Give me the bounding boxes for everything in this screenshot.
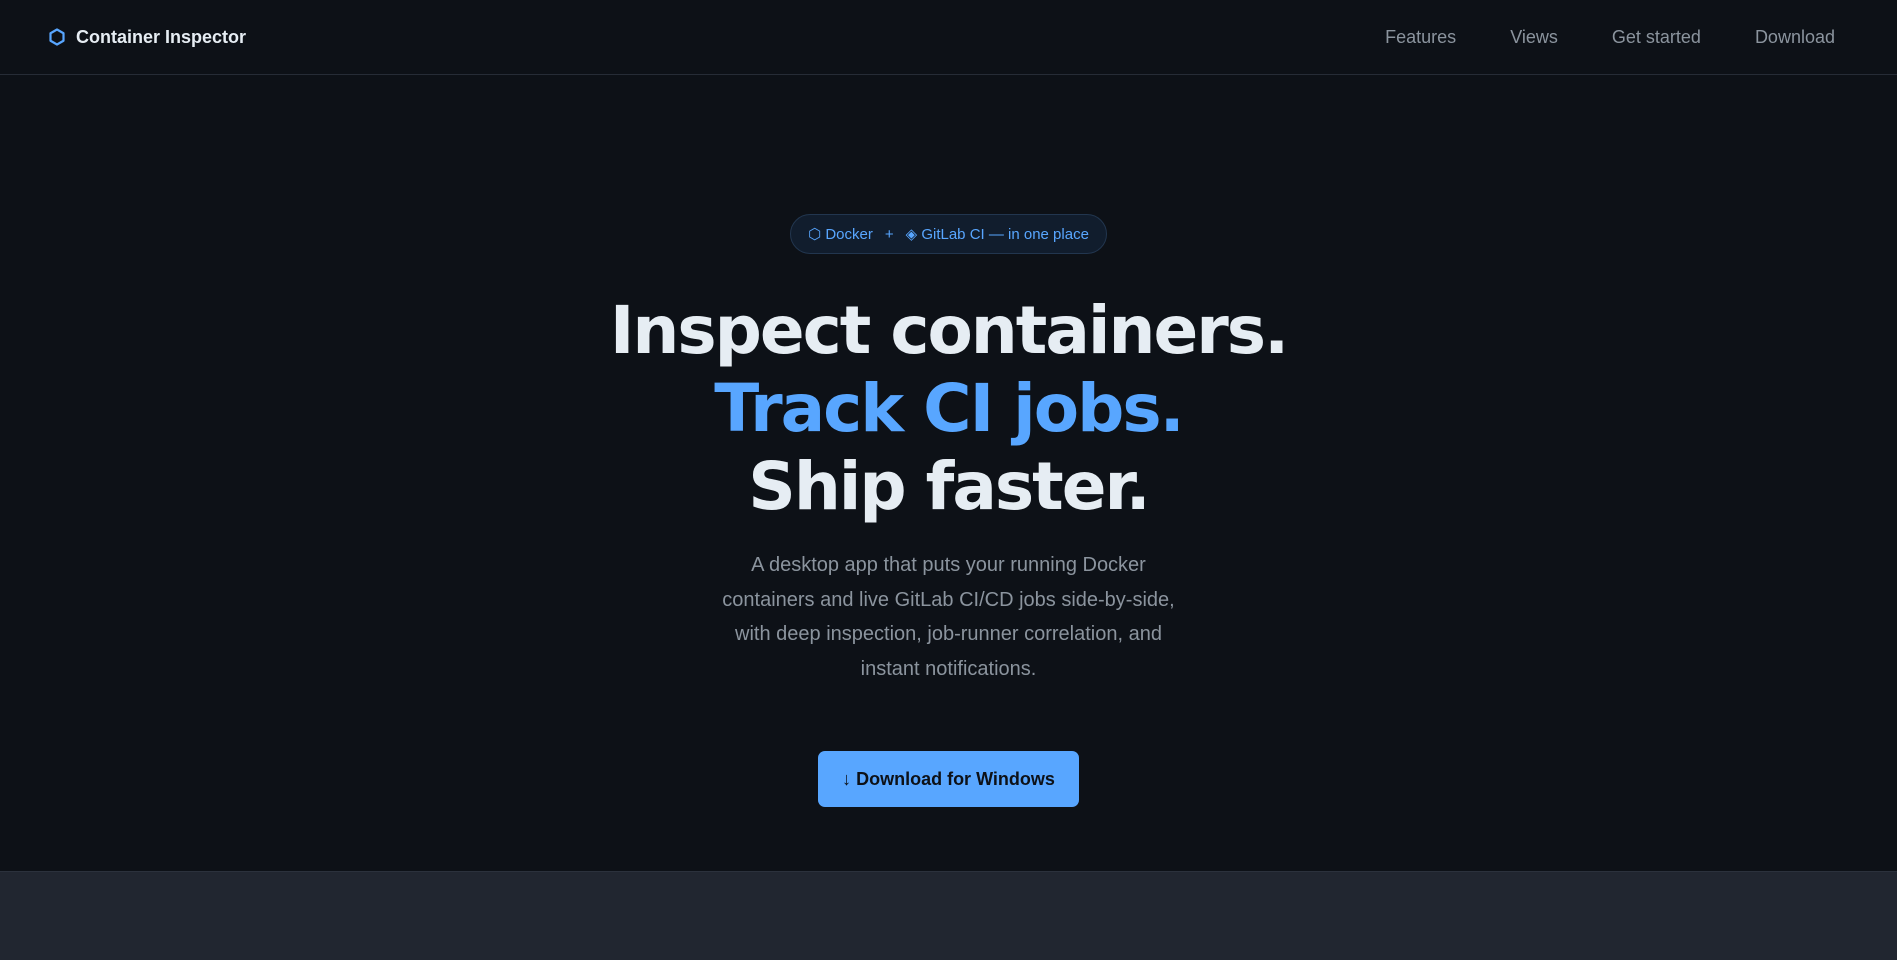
brand-name: Container Inspector [76,26,247,47]
badge-plus: + [884,225,894,243]
nav-links: Features Views Get started Download [1385,27,1835,48]
hero-section: ⬡ Docker + ◈ GitLab CI — in one place In… [0,76,1897,871]
headline-line-2: Track CI jobs. [714,370,1184,447]
headline-line-1: Inspect containers. [609,292,1289,369]
nav-link-get-started[interactable]: Get started [1612,27,1701,48]
hexagon-icon [48,28,66,46]
headline-line-3: Ship faster. [748,448,1150,525]
download-windows-button[interactable]: ↓ Download for Windows [818,751,1079,807]
badge-gitlab-label: ◈ GitLab CI — in one place [905,226,1089,243]
nav-link-views[interactable]: Views [1510,27,1558,48]
nav-link-download[interactable]: Download [1755,27,1835,48]
hero-headline: Inspect containers. Track CI jobs. Ship … [609,292,1289,526]
top-navbar: Container Inspector Features Views Get s… [0,0,1897,75]
next-section [0,871,1897,960]
badge-docker-label: ⬡ Docker [808,226,873,243]
nav-link-features[interactable]: Features [1385,27,1456,48]
brand[interactable]: Container Inspector [48,27,246,48]
hero-subtitle: A desktop app that puts your running Doc… [722,554,1175,680]
hero-badge: ⬡ Docker + ◈ GitLab CI — in one place [790,214,1107,254]
